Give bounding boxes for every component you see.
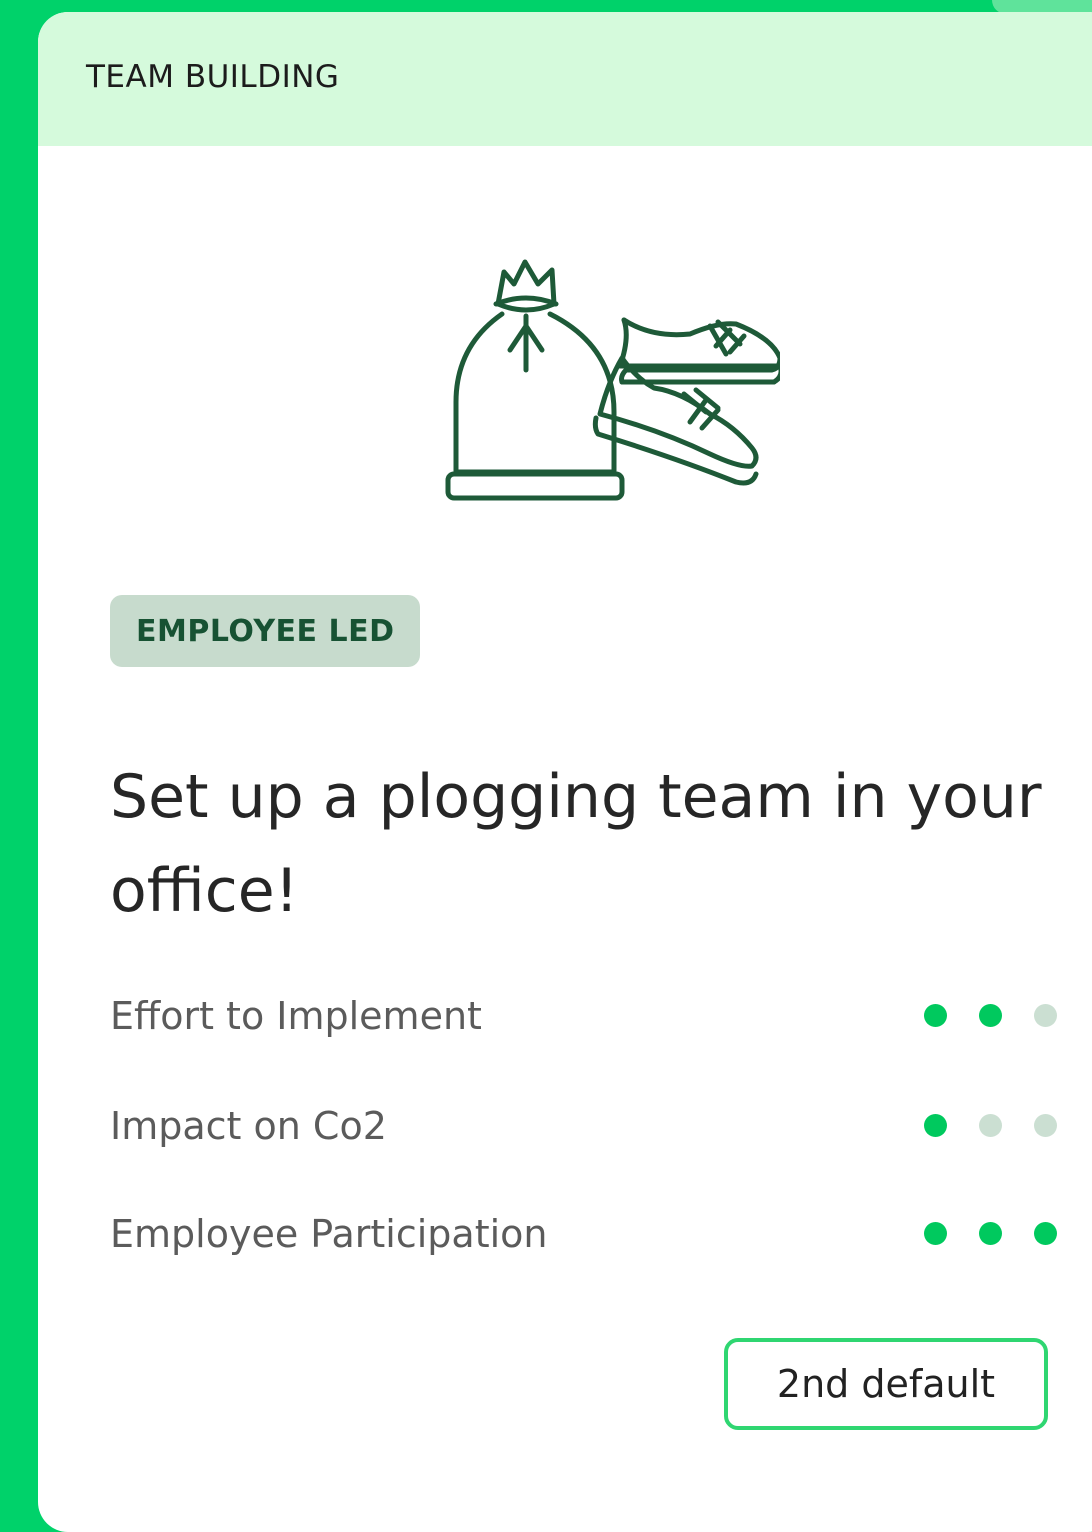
rating-dot bbox=[979, 1114, 1002, 1137]
rating-dot bbox=[979, 1004, 1002, 1027]
metric-label-participation: Employee Participation bbox=[110, 1212, 548, 1256]
co2-impact-rating bbox=[924, 1114, 1057, 1137]
metric-label-co2-impact: Impact on Co2 bbox=[110, 1104, 387, 1148]
metric-label-effort: Effort to Implement bbox=[110, 994, 482, 1038]
card-title: Set up a plogging team in your office! bbox=[110, 762, 1042, 926]
rating-dot bbox=[1034, 1114, 1057, 1137]
rating-dot bbox=[979, 1222, 1002, 1245]
rating-dot bbox=[1034, 1004, 1057, 1027]
trash-bag-and-sneakers-icon bbox=[400, 242, 784, 512]
rating-dot bbox=[1034, 1222, 1057, 1245]
rating-dot bbox=[924, 1004, 947, 1027]
activity-card[interactable]: TEAM BUILDING EMPLOYEE LED Set up a plog… bbox=[38, 12, 1092, 1532]
rating-dot bbox=[924, 1222, 947, 1245]
card-header: TEAM BUILDING bbox=[38, 12, 1092, 146]
employee-led-badge: EMPLOYEE LED bbox=[110, 595, 421, 667]
participation-rating bbox=[924, 1222, 1057, 1245]
category-label: TEAM BUILDING bbox=[86, 59, 340, 95]
effort-rating bbox=[924, 1004, 1057, 1027]
rating-dot bbox=[924, 1114, 947, 1137]
second-default-button[interactable]: 2nd default bbox=[724, 1338, 1048, 1430]
